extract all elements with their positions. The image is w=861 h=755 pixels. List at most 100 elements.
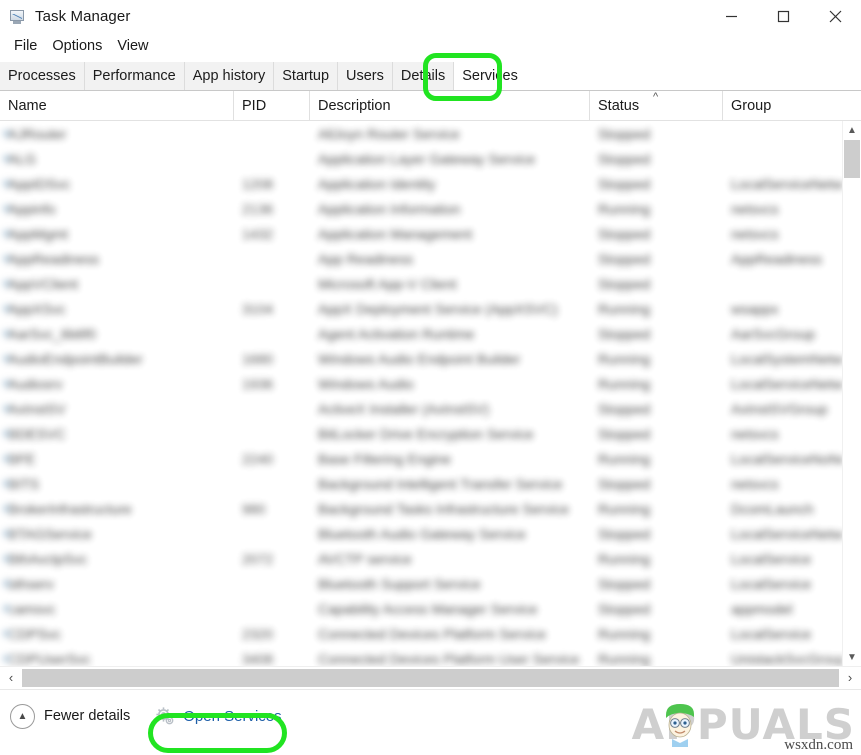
service-icon [3,380,10,387]
cell-group: UnistackSvcGroup [731,650,843,667]
cell-group: wsappx [731,300,779,317]
cell-description: Connected Devices Platform Service [318,625,546,642]
column-header-row: Name PID Description Status ^ Group [0,91,861,121]
cell-description: Bluetooth Support Service [318,575,481,592]
cell-status: Stopped [598,125,651,142]
cell-group: DcomLaunch [731,500,814,517]
cell-status: Stopped [598,575,651,592]
cell-status: Stopped [598,600,651,617]
tab-startup[interactable]: Startup [274,62,339,90]
horizontal-scroll-thumb[interactable] [22,669,839,687]
tab-users[interactable]: Users [338,62,393,90]
service-icon [3,230,10,237]
menu-item-view[interactable]: View [110,37,155,56]
cell-status: Stopped [598,325,651,342]
table-row[interactable]: BTAGService Bluetooth Audio Gateway Servi… [0,521,861,546]
column-header-pid-label: PID [242,97,267,114]
tab-details[interactable]: Details [392,62,455,90]
cell-description: Background Intelligent Transfer Service [318,475,563,492]
service-icon [3,555,10,562]
window-title: Task Manager [35,8,131,25]
cell-pid: 2072 [242,550,274,567]
service-icon [3,180,10,187]
horizontal-scrollbar[interactable]: ‹ › [0,666,861,689]
menu-item-file[interactable]: File [7,37,44,56]
cell-name: AppMgmt [8,225,68,242]
vertical-scrollbar[interactable]: ▲ ▼ [842,121,861,666]
tab-performance[interactable]: Performance [84,62,185,90]
column-header-group[interactable]: Group [723,91,843,120]
cell-status: Stopped [598,475,651,492]
service-icon [3,655,10,662]
table-row[interactable]: BthAvctpSvc 2072 AVCTP service Running Local… [0,546,861,571]
minimize-button[interactable] [705,0,757,33]
cell-group: AarSvcGroup [731,325,816,342]
menu-item-options[interactable]: Options [45,37,109,56]
column-header-name[interactable]: Name [0,91,234,120]
cell-description: AppX Deployment Service (AppXSVC) [318,300,558,317]
table-row[interactable]: camsvc Capability Access Manager Service S… [0,596,861,621]
table-row[interactable]: AJRouter AllJoyn Router Service Stopped [0,121,861,146]
vertical-scroll-thumb[interactable] [844,140,860,178]
service-icon [3,330,10,337]
scroll-left-icon[interactable]: ‹ [0,667,22,689]
table-row[interactable]: Appinfo 2136 Application Information Runnin… [0,196,861,221]
cell-description: App Readiness [318,250,413,267]
table-row[interactable]: AppMgmt 1432 Application Management Stopped… [0,221,861,246]
cell-name: BITS [8,475,40,492]
table-row[interactable]: BFE 2240 Base Filtering Engine Running Local… [0,446,861,471]
table-row[interactable]: AppIDSvc 1208 Application Identity Stopped L… [0,171,861,196]
table-row[interactable]: ALG Application Layer Gateway Service Stop… [0,146,861,171]
column-header-pid[interactable]: PID [234,91,310,120]
scroll-down-icon[interactable]: ▼ [843,648,861,666]
cell-description: Application Layer Gateway Service [318,150,536,167]
scroll-right-icon[interactable]: › [839,667,861,689]
cell-pid: 3104 [242,300,274,317]
table-row[interactable]: Audiosrv 1936 Windows Audio Running LocalSer… [0,371,861,396]
cell-group: LocalServiceNetworkRestricted [731,525,843,542]
cell-group: LocalServiceNetworkRestricted [731,175,843,192]
column-header-status[interactable]: Status ^ [590,91,723,120]
cell-pid: 2136 [242,200,274,217]
table-row[interactable]: AarSvc_6b6f0 Agent Activation Runtime Stop… [0,321,861,346]
column-header-description[interactable]: Description [310,91,590,120]
cell-description: Microsoft App-V Client [318,275,457,292]
service-icon [3,155,10,162]
cell-name: BthAvctpSvc [8,550,88,567]
tab-processes[interactable]: Processes [0,62,85,90]
cell-description: Connected Devices Platform User Service [318,650,580,667]
table-row[interactable]: AudioEndpointBuilder 1680 Windows Audio En… [0,346,861,371]
scroll-up-icon[interactable]: ▲ [843,121,861,139]
cell-status: Running [598,350,651,367]
tab-services[interactable]: Services [454,62,527,90]
table-row[interactable]: AppReadiness App Readiness Stopped AppReadi… [0,246,861,271]
gear-icon [156,707,174,725]
open-services-link[interactable]: Open Services [155,706,282,726]
table-row[interactable]: AxInstSV ActiveX Installer (AxInstSV) Stop… [0,396,861,421]
title-bar: Task Manager [0,0,861,33]
table-row[interactable]: bthserv Bluetooth Support Service Stopped L… [0,571,861,596]
cell-name: camsvc [8,600,56,617]
table-row[interactable]: BrokerInfrastructure 980 Background Tasks … [0,496,861,521]
service-icon [3,305,10,312]
service-icon [3,480,10,487]
table-row[interactable]: CDPUserSvc 3408 Connected Devices Platform… [0,646,861,666]
table-row[interactable]: AppXSvc 3104 AppX Deployment Service (AppX… [0,296,861,321]
table-row[interactable]: CDPSvc 2320 Connected Devices Platform Ser… [0,621,861,646]
tab-app-history[interactable]: App history [184,62,275,90]
table-row[interactable]: AppVClient Microsoft App-V Client Stopped [0,271,861,296]
table-row[interactable]: BITS Background Intelligent Transfer Serv… [0,471,861,496]
cell-description: AVCTP service [318,550,412,567]
cell-status: Running [598,650,651,667]
service-icon [3,455,10,462]
table-row[interactable]: BDESVC BitLocker Drive Encryption Service… [0,421,861,446]
close-button[interactable] [809,0,861,33]
cell-status: Stopped [598,275,651,292]
fewer-details-button[interactable]: ▲ Fewer details [10,703,130,729]
cell-name: BFE [8,450,36,467]
maximize-button[interactable] [757,0,809,33]
services-list[interactable]: AJRouter AllJoyn Router Service Stopped ALG… [0,121,861,666]
cell-status: Running [598,500,651,517]
cell-group: LocalService [731,625,812,642]
cell-name: Audiosrv [8,375,63,392]
